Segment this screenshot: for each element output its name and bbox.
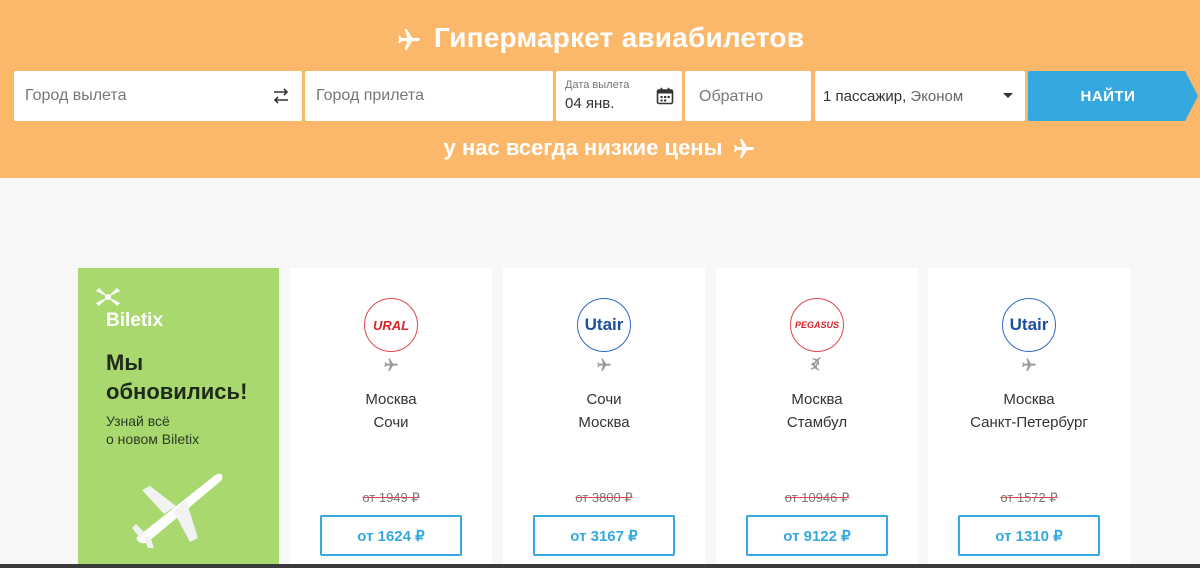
- passengers-count: 1 пассажир,: [823, 88, 907, 105]
- plane-icon: [734, 139, 755, 159]
- page-subtitle: у нас всегда низкие цены: [0, 135, 1200, 161]
- calendar-icon[interactable]: [656, 87, 674, 105]
- plane-icon: [398, 28, 420, 50]
- route: Москва Санкт-Петербург: [928, 388, 1130, 434]
- airline-logo: Utair: [577, 298, 631, 352]
- page-title: Гипермаркет авиабилетов: [0, 22, 1200, 54]
- title-text: Гипермаркет авиабилетов: [433, 22, 805, 53]
- departure-date-value: 04 янв.: [565, 95, 615, 112]
- travel-class: Эконом: [910, 88, 964, 105]
- departure-date-label: Дата вылета: [565, 79, 630, 91]
- promo-banner[interactable]: Biletix Мы обновились! Узнай всё о новом…: [78, 268, 279, 568]
- destination-placeholder: Город прилета: [316, 87, 424, 104]
- search-button[interactable]: НАЙТИ: [1028, 71, 1198, 121]
- promo-text-line2: о новом Biletix: [106, 431, 200, 447]
- route-from: Москва: [365, 391, 417, 408]
- subtitle-text: у нас всегда низкие цены: [443, 135, 723, 160]
- route-from: Москва: [791, 391, 843, 408]
- price-button[interactable]: от 9122 ₽: [746, 515, 888, 556]
- old-price: от 3800 ₽: [575, 490, 633, 505]
- route: Сочи Москва: [503, 388, 705, 434]
- promo-text: Узнай всё о новом Biletix: [106, 412, 199, 448]
- plane-icon: [1022, 358, 1036, 371]
- promo-headline-line2: обновились!: [106, 379, 248, 404]
- old-price: от 1949 ₽: [362, 490, 420, 505]
- plane-icon: [597, 358, 611, 371]
- offer-card[interactable]: URAL Москва Сочи от 1949 ₽ от 1624 ₽: [290, 268, 492, 568]
- origin-placeholder: Город вылета: [25, 87, 127, 104]
- airline-logo: URAL: [364, 298, 418, 352]
- airline-logo: PEGASUS: [790, 298, 844, 352]
- route: Москва Сочи: [290, 388, 492, 434]
- offer-card[interactable]: Utair Москва Санкт-Петербург от 1572 ₽ о…: [928, 268, 1130, 568]
- price-button[interactable]: от 3167 ₽: [533, 515, 675, 556]
- departure-date-field[interactable]: Дата вылета 04 янв.: [556, 71, 682, 121]
- airplane-illustration-icon: [132, 473, 223, 548]
- price-button[interactable]: от 1624 ₽: [320, 515, 462, 556]
- route-to: Стамбул: [786, 414, 848, 431]
- airline-name: Utair: [584, 315, 624, 334]
- offer-card[interactable]: Utair Сочи Москва от 3800 ₽ от 3167 ₽: [503, 268, 705, 568]
- passengers-class-select[interactable]: 1 пассажир, Эконом: [815, 71, 1025, 121]
- passengers-text: 1 пассажир, Эконом: [823, 88, 963, 105]
- origin-city-input[interactable]: Город вылета: [14, 71, 302, 121]
- airline-name: Utair: [1009, 315, 1049, 334]
- promo-text-line1: Узнай всё: [106, 413, 170, 429]
- old-price: от 1572 ₽: [1000, 490, 1058, 505]
- offer-card[interactable]: PEGASUS Москва Стамбул от 10946 ₽ от 912…: [716, 268, 918, 568]
- return-date-field[interactable]: Обратно: [685, 71, 811, 121]
- route-to: Сочи: [373, 414, 409, 431]
- return-date-placeholder: Обратно: [699, 88, 764, 105]
- route-from: Москва: [1003, 391, 1055, 408]
- airline-name: URAL: [372, 317, 410, 333]
- price-button[interactable]: от 1310 ₽: [958, 515, 1100, 556]
- biletix-logo-icon: [96, 288, 120, 306]
- airline-name: PEGASUS: [794, 320, 839, 330]
- transfer-plane-icon: [810, 357, 821, 371]
- promo-headline-line1: Мы: [106, 350, 144, 375]
- old-price: от 10946 ₽: [784, 490, 850, 505]
- route-from: Сочи: [586, 391, 622, 408]
- destination-city-input[interactable]: Город прилета: [305, 71, 553, 121]
- dropdown-caret-icon: [1003, 93, 1013, 98]
- search-button-label: НАЙТИ: [1080, 88, 1136, 105]
- plane-icon: [384, 358, 398, 371]
- promo-brand: Biletix: [106, 310, 164, 331]
- route: Москва Стамбул: [716, 388, 918, 434]
- promo-headline: Мы обновились!: [106, 348, 247, 406]
- route-to: Москва: [578, 414, 630, 431]
- swap-icon[interactable]: [271, 87, 291, 105]
- airline-logo: Utair: [1002, 298, 1056, 352]
- search-header: Гипермаркет авиабилетов Город вылета Гор…: [0, 0, 1200, 178]
- bottom-border: [0, 564, 1200, 568]
- route-to: Санкт-Петербург: [970, 414, 1088, 431]
